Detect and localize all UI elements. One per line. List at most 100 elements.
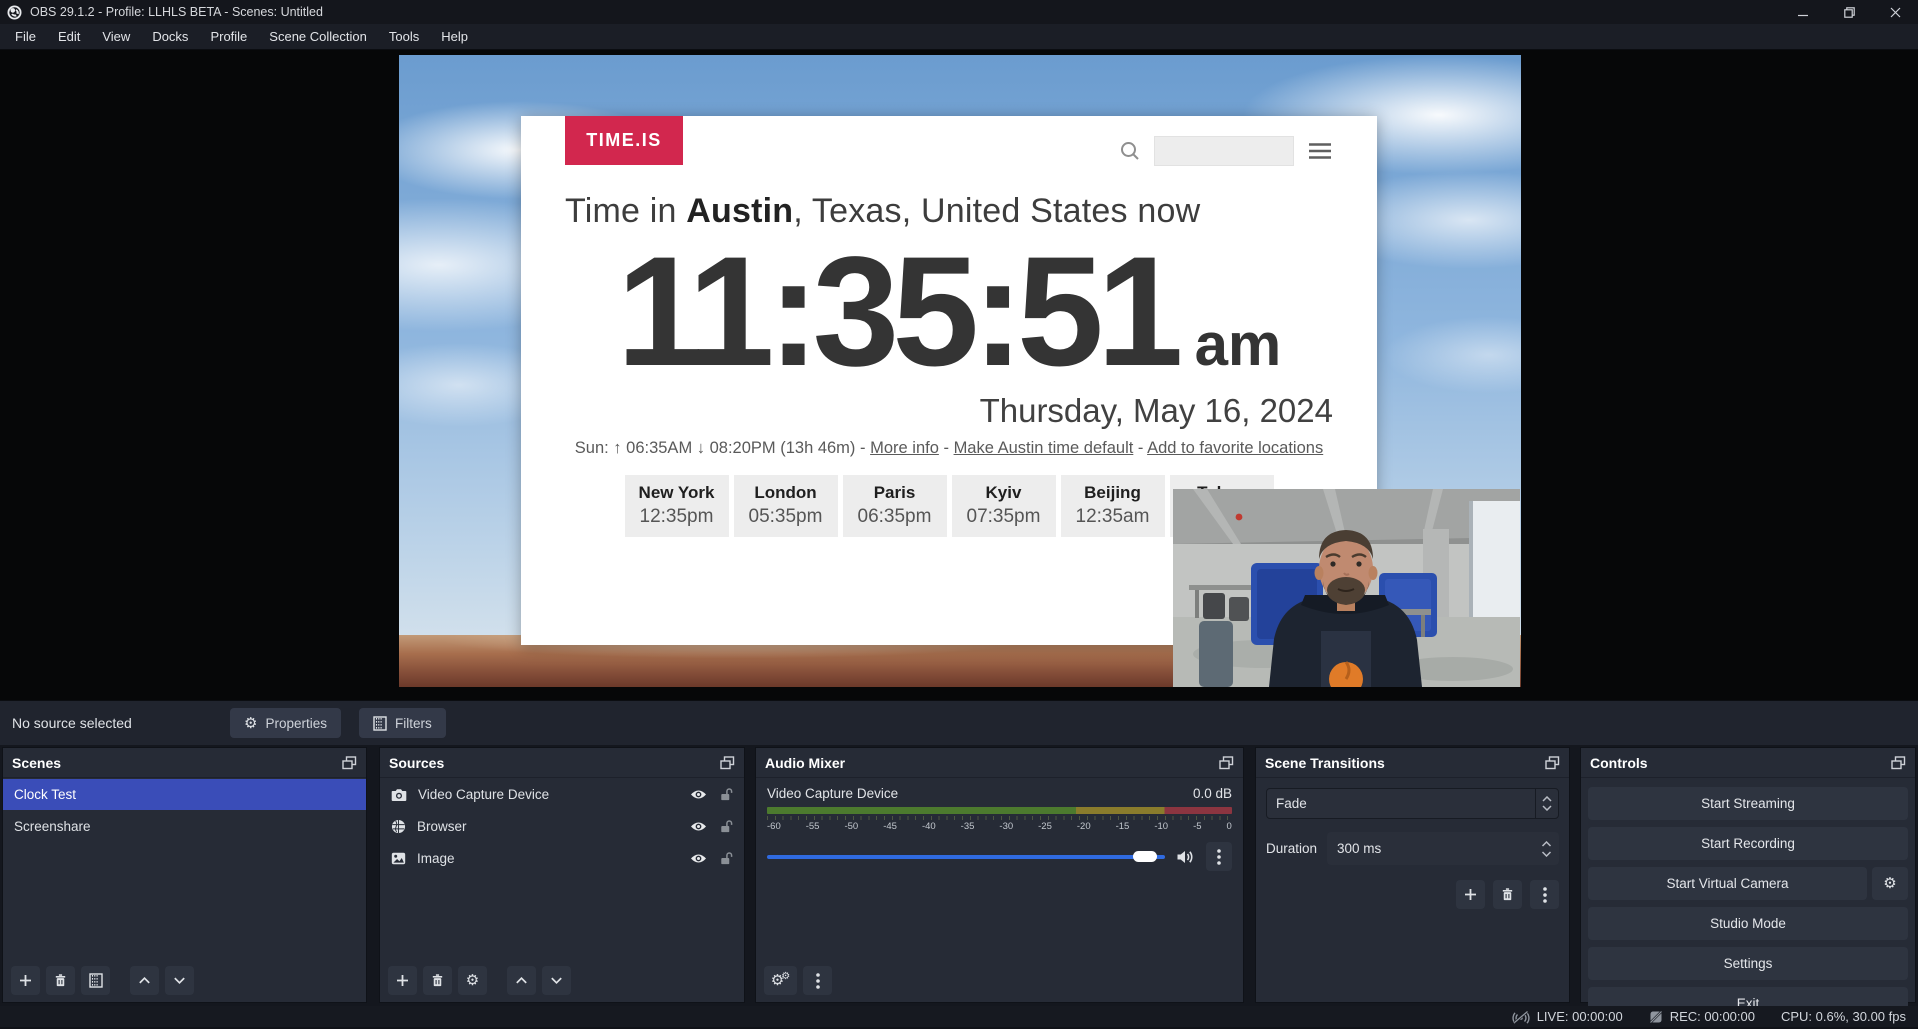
volume-slider[interactable] — [767, 855, 1165, 859]
selected-source-bar: No source selected ⚙ Properties Filters — [0, 700, 1918, 745]
spinbox-arrows[interactable] — [1541, 832, 1552, 865]
scene-up-button[interactable] — [130, 966, 159, 995]
scene-down-button[interactable] — [165, 966, 194, 995]
popout-icon[interactable] — [1891, 756, 1906, 770]
world-clock-london: London05:35pm — [734, 475, 838, 537]
visibility-eye-icon[interactable] — [690, 788, 707, 801]
restore-button[interactable] — [1826, 0, 1872, 24]
sources-header: Sources — [380, 748, 744, 778]
add-transition-button[interactable] — [1456, 880, 1485, 909]
scene-filters-button[interactable] — [81, 966, 110, 995]
source-down-button[interactable] — [542, 966, 571, 995]
world-clock-beijing: Beijing12:35am — [1061, 475, 1165, 537]
speaker-icon[interactable] — [1176, 849, 1195, 865]
audio-mixer-menu-button[interactable] — [803, 966, 832, 995]
start-recording-button[interactable]: Start Recording — [1588, 827, 1908, 860]
webcam-video-source[interactable] — [1173, 489, 1520, 687]
transition-select[interactable]: Fade — [1266, 788, 1559, 819]
lock-icon[interactable] — [718, 819, 733, 834]
gear-icon: ⚙ — [244, 716, 257, 731]
studio-mode-button[interactable]: Studio Mode — [1588, 907, 1908, 940]
transition-menu-button[interactable] — [1530, 880, 1559, 909]
remove-scene-button[interactable] — [46, 966, 75, 995]
filters-button[interactable]: Filters — [359, 708, 446, 738]
audio-channel-db: 0.0 dB — [1193, 786, 1232, 801]
more-info-link: More info — [870, 439, 939, 457]
popout-icon[interactable] — [720, 756, 735, 770]
world-clock-kyiv: Kyiv07:35pm — [952, 475, 1056, 537]
source-item-image[interactable]: Image — [380, 843, 744, 874]
status-bar: LIVE: 00:00:00 REC: 00:00:00 CPU: 0.6%, … — [0, 1006, 1918, 1027]
close-button[interactable] — [1872, 0, 1918, 24]
volume-slider-handle[interactable] — [1133, 851, 1157, 862]
scene-transitions-body: Fade Duration 300 ms — [1256, 778, 1569, 919]
world-clock-paris: Paris06:35pm — [843, 475, 947, 537]
timeis-clock-row: 11:35:51 am — [565, 233, 1333, 392]
add-scene-button[interactable] — [11, 966, 40, 995]
scenes-toolbar — [11, 966, 194, 995]
preview-canvas[interactable]: TIME.IS Time in Austin, Texas, United St… — [399, 55, 1521, 687]
add-source-button[interactable] — [388, 966, 417, 995]
remove-source-button[interactable] — [423, 966, 452, 995]
advanced-audio-button[interactable]: ⚙⚙ — [764, 966, 797, 995]
virtual-camera-config-button[interactable]: ⚙ — [1872, 867, 1908, 900]
timeis-clock: 11:35:51 — [617, 233, 1177, 392]
menu-view[interactable]: View — [91, 24, 141, 49]
controls-body: Start Streaming Start Recording Start Vi… — [1581, 778, 1915, 1029]
audio-channel-menu-button[interactable] — [1206, 842, 1232, 871]
menu-tools[interactable]: Tools — [378, 24, 430, 49]
dock-area: Scenes Clock Test Screenshare Sources Vi… — [0, 745, 1918, 1006]
popout-icon[interactable] — [1219, 756, 1234, 770]
menu-docks[interactable]: Docks — [141, 24, 199, 49]
image-icon — [391, 852, 406, 865]
menu-bar: File Edit View Docks Profile Scene Colle… — [0, 24, 1918, 50]
timeis-meridiem: am — [1195, 310, 1282, 379]
preview-area: TIME.IS Time in Austin, Texas, United St… — [0, 50, 1918, 700]
remove-transition-button[interactable] — [1493, 880, 1522, 909]
minimize-button[interactable] — [1780, 0, 1826, 24]
transition-buttons — [1266, 880, 1559, 909]
filter-icon — [373, 716, 387, 731]
gear-icon: ⚙ — [466, 973, 479, 988]
start-virtual-camera-button[interactable]: Start Virtual Camera — [1588, 867, 1867, 900]
lock-icon[interactable] — [718, 851, 733, 866]
hamburger-menu-icon — [1307, 142, 1333, 160]
menu-profile[interactable]: Profile — [199, 24, 258, 49]
globe-icon — [391, 819, 406, 834]
settings-button[interactable]: Settings — [1588, 947, 1908, 980]
source-properties-button[interactable]: ⚙ — [458, 966, 487, 995]
visibility-eye-icon[interactable] — [690, 820, 707, 833]
source-up-button[interactable] — [507, 966, 536, 995]
popout-icon[interactable] — [342, 756, 357, 770]
source-item-browser[interactable]: Browser — [380, 811, 744, 842]
controls-header: Controls — [1581, 748, 1915, 778]
audio-mixer-header: Audio Mixer — [756, 748, 1243, 778]
gear-icon: ⚙ — [1883, 876, 1896, 891]
window-title: OBS 29.1.2 - Profile: LLHLS BETA - Scene… — [30, 5, 323, 19]
lock-icon[interactable] — [718, 787, 733, 802]
camera-icon — [391, 788, 407, 802]
scene-item-clock-test[interactable]: Clock Test — [3, 779, 366, 810]
properties-button[interactable]: ⚙ Properties — [230, 708, 341, 738]
live-status: LIVE: 00:00:00 — [1512, 1009, 1623, 1024]
audio-meter-scale: -60-55-50-45-40-35-30-25-20-15-10-50 — [767, 821, 1232, 832]
menu-file[interactable]: File — [4, 24, 47, 49]
visibility-eye-icon[interactable] — [690, 852, 707, 865]
start-streaming-button[interactable]: Start Streaming — [1588, 787, 1908, 820]
menu-edit[interactable]: Edit — [47, 24, 91, 49]
scene-item-screenshare[interactable]: Screenshare — [3, 811, 366, 842]
timeis-sun-line: Sun: ↑ 06:35AM ↓ 08:20PM (13h 46m) - Mor… — [565, 439, 1333, 458]
scenes-header: Scenes — [3, 748, 366, 778]
menu-scene-collection[interactable]: Scene Collection — [258, 24, 378, 49]
popout-icon[interactable] — [1545, 756, 1560, 770]
source-item-video-capture[interactable]: Video Capture Device — [380, 779, 744, 810]
selected-source-status: No source selected — [12, 715, 230, 731]
duration-input[interactable]: 300 ms — [1327, 832, 1559, 865]
audio-mixer-toolbar: ⚙⚙ — [764, 966, 832, 995]
sources-toolbar: ⚙ — [388, 966, 571, 995]
cpu-fps-status: CPU: 0.6%, 30.00 fps — [1781, 1009, 1906, 1024]
menu-help[interactable]: Help — [430, 24, 479, 49]
timeis-logo: TIME.IS — [565, 116, 683, 165]
audio-level-meter — [767, 807, 1232, 814]
obs-logo-icon — [7, 5, 22, 20]
